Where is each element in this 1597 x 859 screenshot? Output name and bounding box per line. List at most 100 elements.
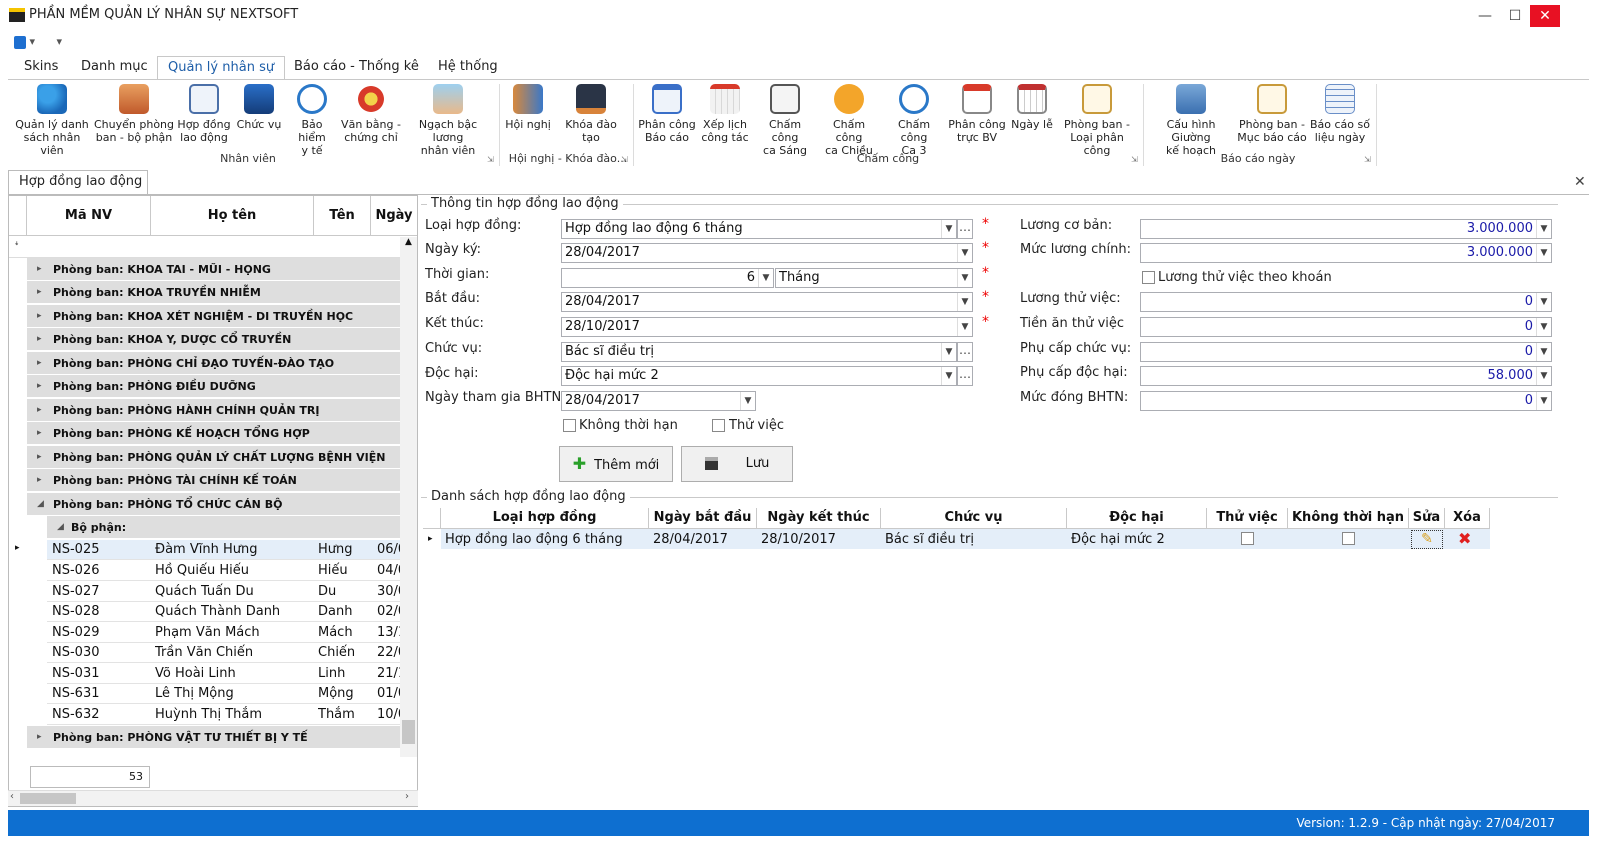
van-bang-chung-chi-button[interactable]: Văn bằng - chứng chỉ bbox=[340, 84, 402, 144]
expand-arrow-icon[interactable]: ▸ bbox=[37, 352, 42, 375]
loai-hop-dong-ellipsis-button[interactable]: … bbox=[957, 219, 973, 239]
ngach-bac-luong-button[interactable]: Ngạch bậc lương nhân viên bbox=[406, 84, 490, 157]
thoi-gian-unit-select[interactable]: Tháng ▼ bbox=[775, 268, 973, 288]
tab-bao-cao-thong-ke[interactable]: Báo cáo - Thống kê bbox=[284, 56, 429, 80]
grid-vertical-scrollbar[interactable]: ▲ bbox=[400, 237, 417, 757]
luong-khoan-checkbox[interactable] bbox=[1142, 271, 1155, 284]
scroll-left-icon[interactable]: ‹ bbox=[10, 791, 14, 802]
tab-skins[interactable]: Skins bbox=[14, 56, 68, 80]
row-thu-viec-checkbox[interactable] bbox=[1241, 532, 1254, 545]
group-row[interactable]: ▸ Phòng ban: PHÒNG ĐIỀU DƯỠNG bbox=[27, 375, 409, 398]
table-row[interactable]: NS-631Lê Thị MộngMộng01/0 bbox=[47, 684, 409, 704]
expand-arrow-icon[interactable]: ▸ bbox=[37, 726, 42, 749]
group-launcher-icon[interactable]: ⇲ bbox=[1364, 155, 1371, 164]
table-row[interactable]: NS-031Võ Hoài LinhLinh21/1 bbox=[47, 664, 409, 684]
office-icon[interactable] bbox=[14, 35, 26, 49]
employee-grid[interactable]: Mã NV Họ tên Tên Ngày ⍖ ▸ Phòng ban: KHOA… bbox=[8, 195, 418, 807]
loai-hop-dong-select[interactable]: Hợp đồng lao động 6 tháng ▼ bbox=[561, 219, 957, 239]
group-row[interactable]: ▸ Phòng ban: PHÒNG QUẢN LÝ CHẤT LƯỢNG BỆN… bbox=[27, 446, 409, 469]
luong-co-ban-input[interactable]: 3.000.000 ▼ bbox=[1140, 219, 1552, 239]
quick-access-toolbar[interactable]: ▾ ▾ bbox=[14, 35, 62, 53]
col-khong-thoi-han[interactable]: Không thời hạn bbox=[1288, 508, 1409, 529]
expand-arrow-icon[interactable]: ▸ bbox=[37, 375, 42, 398]
luu-button[interactable]: Lưu bbox=[681, 446, 793, 482]
chuyen-phong-ban-button[interactable]: Chuyển phòng ban - bộ phận bbox=[94, 84, 174, 144]
chuc-vu-button[interactable]: Chức vụ bbox=[234, 84, 284, 131]
table-row[interactable]: NS-632Huỳnh Thị ThắmThắm10/0 bbox=[47, 705, 409, 725]
them-moi-button[interactable]: ✚ Thêm mới bbox=[559, 446, 673, 482]
chevron-down-icon[interactable]: ▼ bbox=[1536, 220, 1551, 238]
group-row[interactable]: ▸ Phòng ban: PHÒNG HÀNH CHÍNH QUẢN TRỊ bbox=[27, 399, 409, 422]
khong-thoi-han-checkbox[interactable] bbox=[563, 419, 576, 432]
col-ngay-bat-dau[interactable]: Ngày bắt đầu bbox=[649, 508, 757, 529]
ngay-bhtn-date[interactable]: 28/04/2017 ▼ bbox=[561, 391, 756, 411]
group-row[interactable]: ▸ Phòng ban: PHÒNG VẬT TƯ THIẾT BỊ Y TẾ bbox=[27, 726, 409, 749]
tab-quan-ly-nhan-su[interactable]: Quản lý nhân sự bbox=[157, 56, 286, 80]
chevron-down-icon[interactable]: ▼ bbox=[1536, 293, 1551, 311]
table-row[interactable]: NS-029Phạm Văn MáchMách13/1 bbox=[47, 623, 409, 643]
muc-dong-bhtn-input[interactable]: 0 ▼ bbox=[1140, 391, 1552, 411]
group-row[interactable]: ▸ Phòng ban: PHÒNG KẾ HOẠCH TỔNG HỢP bbox=[27, 422, 409, 445]
col-ten[interactable]: Tên bbox=[314, 196, 371, 236]
group-row-expanded[interactable]: ◢ Phòng ban: PHÒNG TỔ CHỨC CÁN BỘ bbox=[27, 493, 409, 516]
chuc-vu-ellipsis-button[interactable]: … bbox=[957, 342, 973, 362]
col-ma-nv[interactable]: Mã NV bbox=[27, 196, 151, 236]
col-doc-hai[interactable]: Độc hại bbox=[1067, 508, 1207, 529]
expand-arrow-icon[interactable]: ▸ bbox=[37, 422, 42, 445]
chevron-down-icon[interactable]: ▼ bbox=[1536, 244, 1551, 262]
tab-danh-muc[interactable]: Danh mục bbox=[71, 56, 158, 80]
hoi-nghi-button[interactable]: Hội nghị bbox=[503, 84, 553, 131]
cham-cong-ca-chieu-button[interactable]: Chấm công ca Chiều bbox=[818, 84, 880, 157]
muc-luong-chinh-input[interactable]: 3.000.000 ▼ bbox=[1140, 243, 1552, 263]
scroll-right-icon[interactable]: › bbox=[405, 791, 409, 802]
luong-thu-viec-input[interactable]: 0 ▼ bbox=[1140, 292, 1552, 312]
bat-dau-date[interactable]: 28/04/2017 ▼ bbox=[561, 292, 973, 312]
chevron-down-icon[interactable]: ▼ bbox=[941, 343, 956, 361]
filter-row[interactable]: ⍖ bbox=[9, 236, 409, 258]
expand-arrow-icon[interactable]: ▸ bbox=[37, 258, 42, 281]
tien-an-thu-viec-input[interactable]: 0 ▼ bbox=[1140, 317, 1552, 337]
table-row[interactable]: NS-026Hồ Quiếu HiếuHiếu04/0 bbox=[47, 561, 409, 581]
chevron-down-icon[interactable]: ▼ bbox=[941, 220, 956, 238]
subgroup-row[interactable]: ◢ Bộ phận: bbox=[47, 516, 409, 539]
chevron-down-icon[interactable]: ▼ bbox=[957, 318, 972, 336]
phu-cap-doc-hai-input[interactable]: 58.000 ▼ bbox=[1140, 366, 1552, 386]
group-row[interactable]: ▸ Phòng ban: KHOA TRUYỀN NHIỄM bbox=[27, 281, 409, 304]
ngay-le-button[interactable]: Ngày lễ bbox=[1010, 84, 1054, 131]
phong-ban-loai-phan-cong-button[interactable]: Phòng ban - Loại phân công bbox=[1058, 84, 1136, 157]
doc-hai-ellipsis-button[interactable]: … bbox=[957, 366, 973, 386]
col-ngay-ket-thuc[interactable]: Ngày kết thúc bbox=[757, 508, 881, 529]
group-launcher-icon[interactable]: ⇲ bbox=[1131, 155, 1138, 164]
maximize-button[interactable]: ☐ bbox=[1500, 5, 1530, 27]
phan-cong-truc-bv-button[interactable]: Phân công trực BV bbox=[948, 84, 1006, 144]
phan-cong-bao-cao-button[interactable]: Phân công Báo cáo bbox=[638, 84, 696, 144]
edit-pencil-icon[interactable]: ✎ bbox=[1411, 530, 1443, 549]
chevron-down-icon[interactable]: ▼ bbox=[1536, 367, 1551, 385]
chevron-down-icon[interactable]: ▼ bbox=[740, 392, 755, 410]
chevron-down-icon[interactable]: ▼ bbox=[758, 269, 773, 287]
expand-arrow-icon[interactable]: ▸ bbox=[37, 469, 42, 492]
row-khong-thoi-han-checkbox[interactable] bbox=[1342, 532, 1355, 545]
chevron-down-icon[interactable]: ▼ bbox=[941, 367, 956, 385]
expand-arrow-icon[interactable]: ▸ bbox=[37, 446, 42, 469]
hop-dong-lao-dong-button[interactable]: Hợp đồng lao động bbox=[176, 84, 232, 144]
col-loai-hop-dong[interactable]: Loại hợp đồng bbox=[441, 508, 649, 529]
close-tab-icon[interactable]: ✕ bbox=[1574, 174, 1586, 190]
group-row[interactable]: ▸ Phòng ban: PHÒNG TÀI CHÍNH KẾ TOÁN bbox=[27, 469, 409, 492]
quan-ly-danh-sach-button[interactable]: Quản lý danh sách nhân viên bbox=[14, 84, 90, 157]
khoa-dao-tao-button[interactable]: Khóa đào tạo bbox=[556, 84, 626, 144]
group-row[interactable]: ▸ Phòng ban: KHOA TAI - MŨI - HỌNG bbox=[27, 258, 409, 281]
chuc-vu-select[interactable]: Bác sĩ điều trị ▼ bbox=[561, 342, 957, 362]
expand-arrow-icon[interactable]: ▸ bbox=[37, 281, 42, 304]
ngay-ky-date[interactable]: 28/04/2017 ▼ bbox=[561, 243, 973, 263]
delete-x-icon[interactable]: ✖ bbox=[1458, 529, 1471, 548]
expand-arrow-icon[interactable]: ▸ bbox=[37, 399, 42, 422]
ket-thuc-date[interactable]: 28/10/2017 ▼ bbox=[561, 317, 973, 337]
chevron-down-icon[interactable]: ▼ bbox=[957, 293, 972, 311]
chevron-down-icon[interactable]: ▼ bbox=[1536, 318, 1551, 336]
expand-arrow-icon[interactable]: ▸ bbox=[37, 328, 42, 351]
collapse-arrow-icon[interactable]: ◢ bbox=[37, 493, 44, 516]
col-ho-ten[interactable]: Họ tên bbox=[151, 196, 314, 236]
col-sua[interactable]: Sửa bbox=[1409, 508, 1445, 529]
bao-cao-so-lieu-ngay-button[interactable]: Báo cáo số liệu ngày bbox=[1310, 84, 1370, 144]
